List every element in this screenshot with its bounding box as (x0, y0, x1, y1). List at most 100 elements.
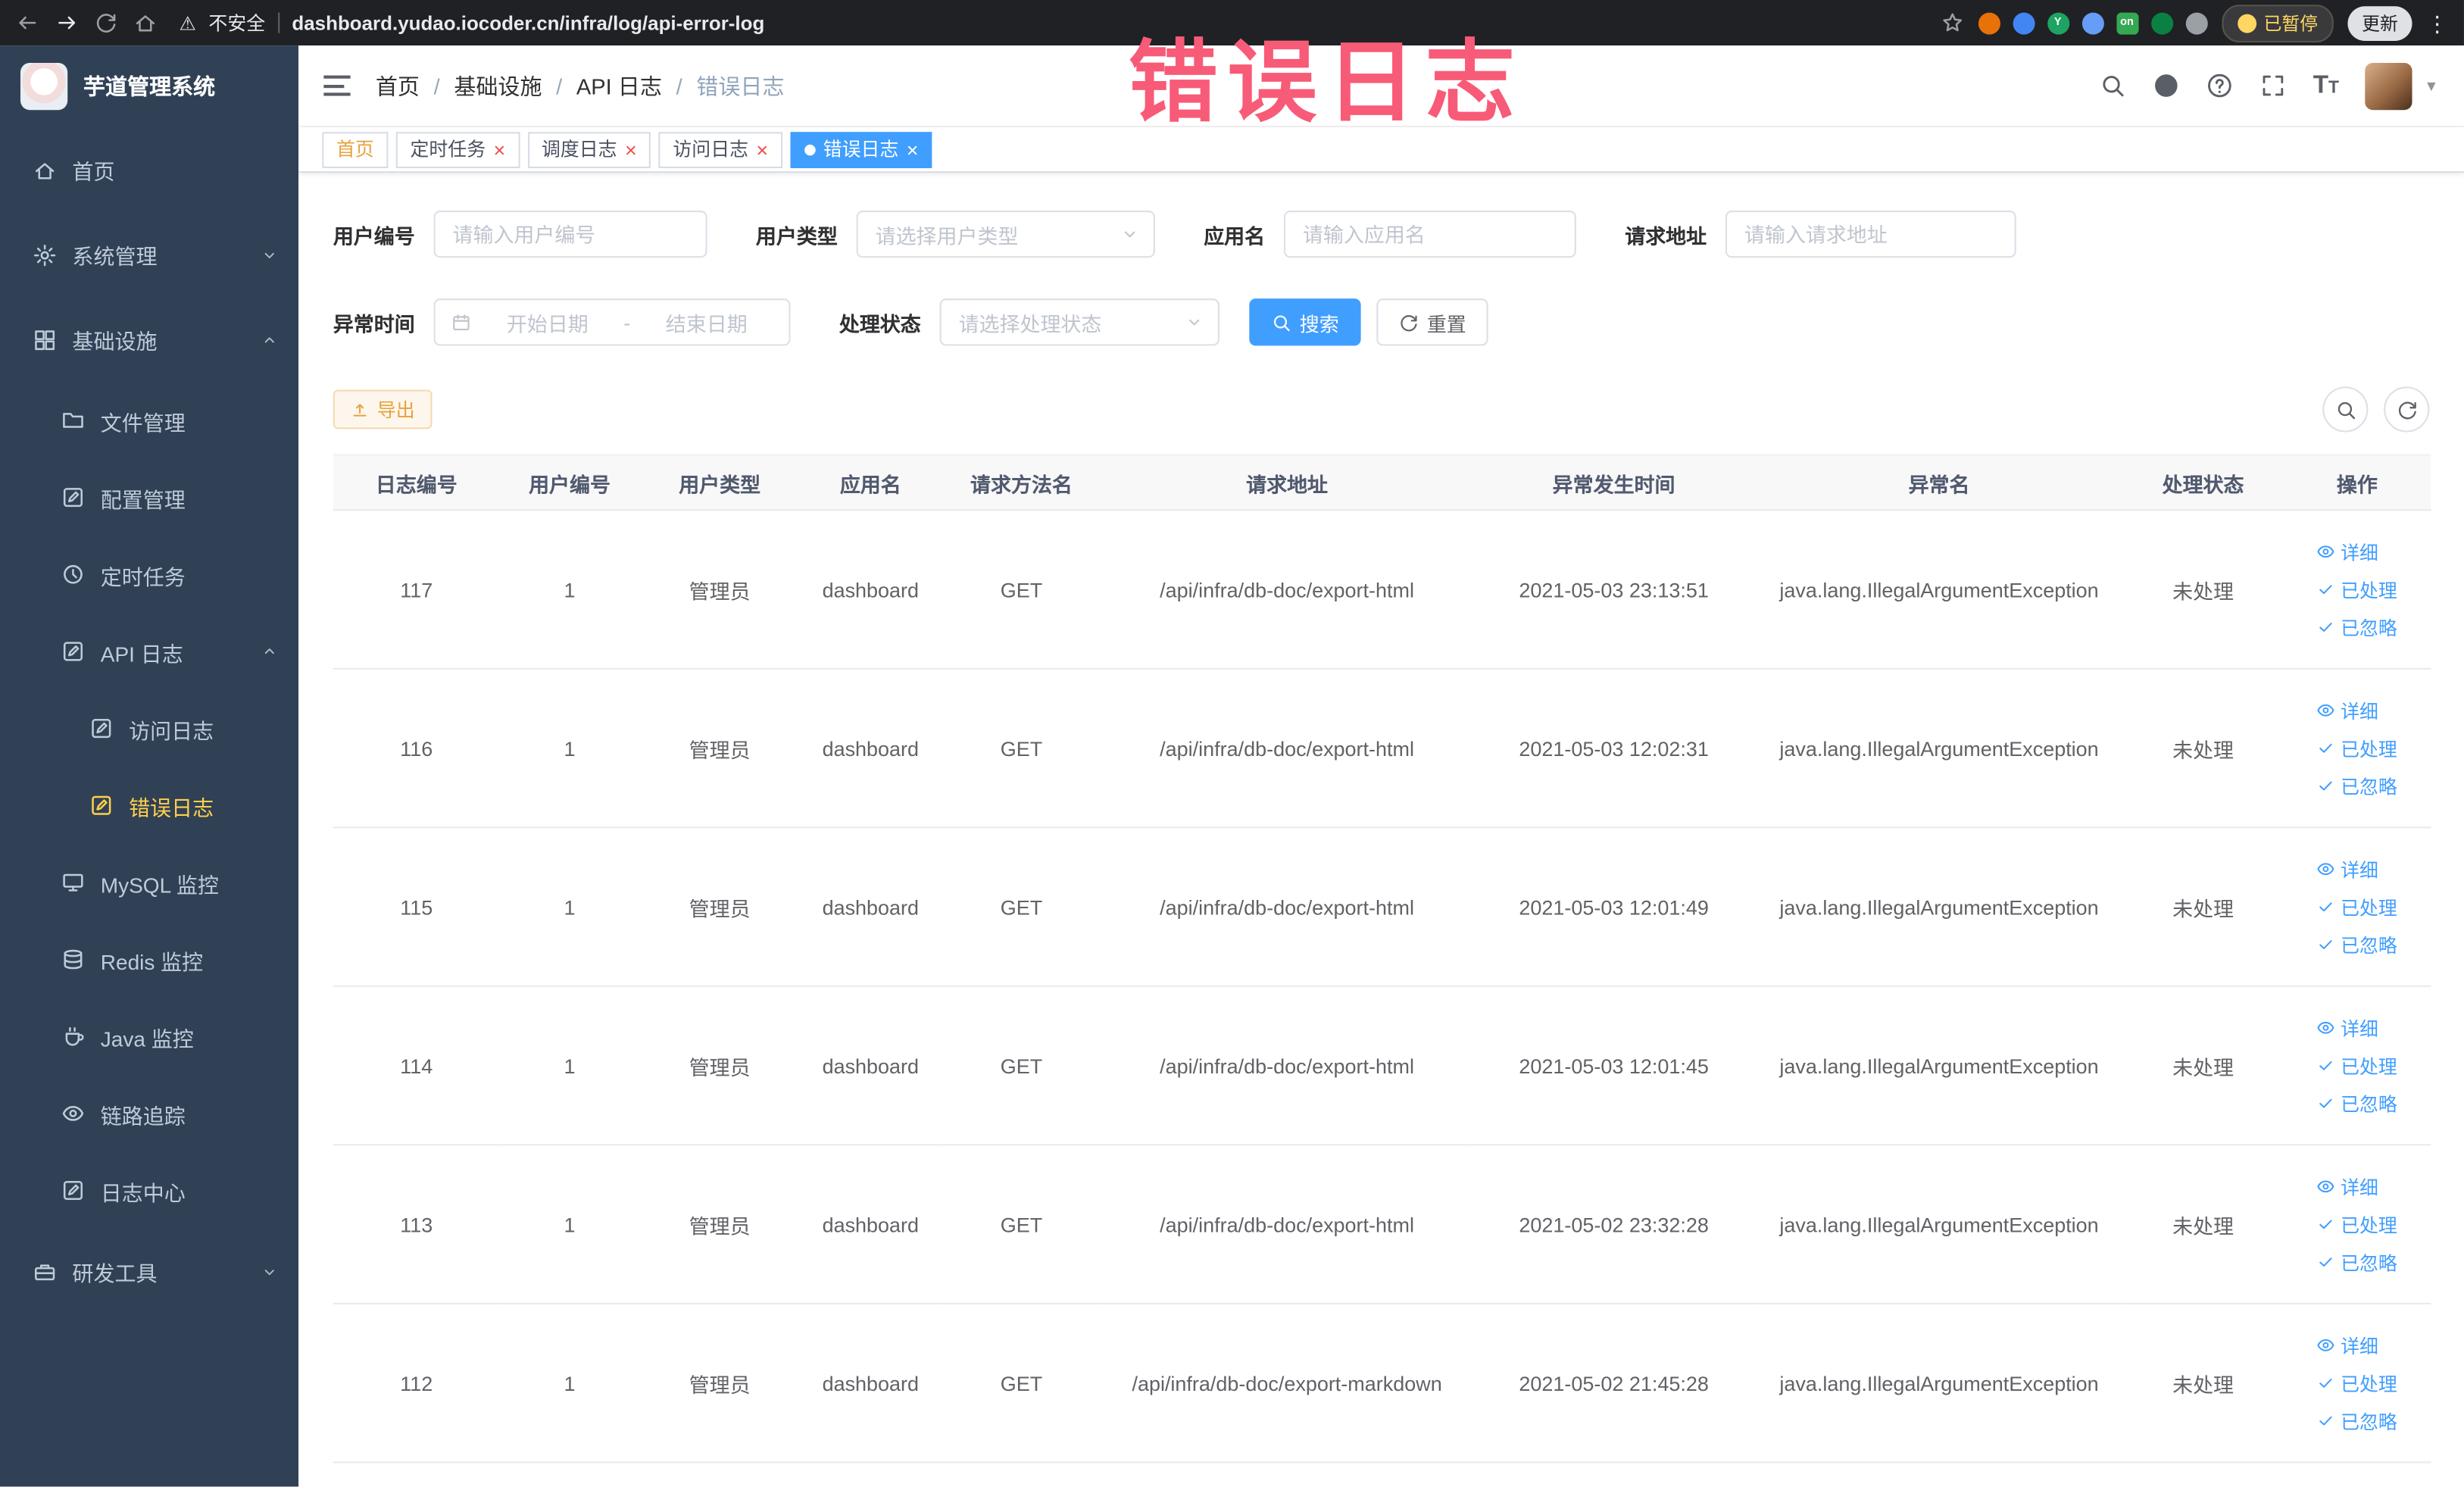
user-id-input[interactable] (433, 210, 707, 258)
user-avatar[interactable] (2366, 61, 2413, 110)
smiley-face-icon (2237, 13, 2256, 33)
tab-error-log[interactable]: 错误日志 × (790, 131, 933, 167)
sidebar-item-home[interactable]: 首页 (0, 127, 298, 212)
tab-access-log[interactable]: 访问日志 × (658, 131, 782, 167)
profile-paused-chip[interactable]: 已暂停 (2221, 4, 2334, 42)
sidebar-item-error-log[interactable]: 错误日志 (0, 767, 298, 844)
extension-icon[interactable] (2184, 11, 2207, 34)
github-icon[interactable] (2153, 72, 2179, 98)
mark-processed-link[interactable]: 已处理 (2317, 1052, 2397, 1079)
close-tab-icon[interactable]: × (907, 139, 919, 160)
mark-processed-link[interactable]: 已处理 (2317, 1211, 2397, 1237)
cell-app-name: dashboard (799, 1303, 942, 1464)
tab-job-log[interactable]: 调度日志 × (527, 131, 651, 167)
sidebar-item-trace[interactable]: 链路追踪 (0, 1075, 298, 1152)
mark-ignored-link[interactable]: 已忽略 (2317, 773, 2397, 799)
header-search-icon[interactable] (2100, 72, 2126, 98)
avatar-caret-icon[interactable]: ▾ (2427, 76, 2435, 96)
sidebar-menu: 首页 系统管理 基础设施 文件管理 配置管理 定时任务 API 日志 访问日志 错误日志 MySQ… (0, 127, 298, 1487)
fullscreen-icon[interactable] (2259, 72, 2286, 98)
sidebar-item-java[interactable]: Java 监控 (0, 998, 298, 1075)
breadcrumb-item[interactable]: 首页 (376, 70, 420, 101)
mark-processed-link[interactable]: 已处理 (2317, 735, 2397, 761)
browser-back-icon[interactable] (16, 11, 39, 35)
mark-ignored-link[interactable]: 已忽略 (2317, 614, 2397, 640)
detail-link[interactable]: 详细 (2317, 1014, 2378, 1041)
mark-processed-link[interactable]: 已处理 (2317, 1370, 2397, 1396)
extension-icon[interactable] (2150, 11, 2173, 34)
check-icon (2317, 1056, 2336, 1075)
sidebar-item-mysql[interactable]: MySQL 监控 (0, 844, 298, 921)
update-button[interactable]: 更新 (2347, 5, 2412, 40)
sidebar-item-dev-tools[interactable]: 研发工具 (0, 1229, 298, 1314)
extension-icon[interactable] (2012, 11, 2035, 34)
tab-job[interactable]: 定时任务 × (395, 131, 520, 167)
sidebar-item-file[interactable]: 文件管理 (0, 382, 298, 459)
mark-processed-link[interactable]: 已处理 (2317, 576, 2397, 602)
process-status-select[interactable]: 请选择处理状态 (939, 298, 1220, 346)
sidebar-item-job[interactable]: 定时任务 (0, 536, 298, 613)
request-url-input[interactable] (1725, 210, 2016, 258)
extension-icon[interactable]: Y (2047, 11, 2069, 34)
cell-app-name: dashboard (799, 668, 942, 829)
hamburger-icon[interactable] (323, 75, 351, 96)
sidebar-item-system[interactable]: 系统管理 (0, 212, 298, 297)
check-icon (2317, 1373, 2336, 1392)
cell-status: 未处理 (2122, 668, 2284, 829)
refresh-table-button[interactable] (2384, 386, 2430, 433)
close-tab-icon[interactable]: × (625, 139, 637, 160)
filter-label: 处理状态 (839, 311, 921, 336)
help-icon[interactable] (2206, 72, 2233, 98)
filter-row-1: 用户编号 用户类型请选择用户类型 应用名 请求地址 (333, 210, 2430, 258)
sidebar-item-api-log[interactable]: API 日志 (0, 613, 298, 690)
font-size-icon[interactable]: TT (2313, 72, 2339, 98)
mark-ignored-link[interactable]: 已忽略 (2317, 1090, 2397, 1117)
sidebar-item-access-log[interactable]: 访问日志 (0, 690, 298, 767)
sidebar-item-log-center[interactable]: 日志中心 (0, 1152, 298, 1229)
cell-status: 未处理 (2122, 510, 2284, 670)
sidebar-item-config[interactable]: 配置管理 (0, 459, 298, 536)
tab-home[interactable]: 首页 (322, 131, 389, 167)
browser-reload-icon[interactable] (94, 11, 117, 35)
database-icon (61, 948, 85, 971)
mark-ignored-link[interactable]: 已忽略 (2317, 1407, 2397, 1434)
browser-forward-icon[interactable] (55, 11, 79, 35)
sidebar-item-label: Redis 监控 (100, 950, 204, 974)
breadcrumb-item[interactable]: API 日志 (576, 70, 662, 101)
detail-link[interactable]: 详细 (2317, 697, 2378, 723)
app-logo[interactable]: 芋道管理系统 (0, 45, 298, 127)
close-tab-icon[interactable]: × (493, 139, 505, 160)
cell-method: GET (941, 1303, 1102, 1464)
detail-link[interactable]: 详细 (2317, 1332, 2378, 1358)
app-name-input[interactable] (1284, 210, 1576, 258)
extension-icon[interactable] (2081, 11, 2103, 34)
extension-icon[interactable]: on (2116, 11, 2138, 34)
breadcrumb-item[interactable]: 基础设施 (454, 70, 542, 101)
browser-menu-icon[interactable]: ⋮ (2426, 12, 2448, 34)
eye-icon (2317, 701, 2336, 720)
toggle-search-button[interactable] (2322, 386, 2369, 433)
close-tab-icon[interactable]: × (756, 139, 768, 160)
browser-home-icon[interactable] (133, 11, 157, 35)
export-button[interactable]: 导出 (333, 389, 433, 430)
detail-link[interactable]: 详细 (2317, 1173, 2378, 1200)
mark-processed-link[interactable]: 已处理 (2317, 893, 2397, 920)
column-header: 用户编号 (499, 454, 640, 511)
user-type-select[interactable]: 请选择用户类型 (856, 210, 1155, 258)
extension-icon[interactable] (1977, 11, 2000, 34)
cell-log-id: 112 (333, 1303, 500, 1464)
mark-ignored-link[interactable]: 已忽略 (2317, 1248, 2397, 1275)
detail-link[interactable]: 详细 (2317, 856, 2378, 883)
sidebar-item-infra[interactable]: 基础设施 (0, 297, 298, 382)
search-button[interactable]: 搜索 (1249, 298, 1361, 346)
filter-field-process-status: 处理状态 请选择处理状态 (839, 298, 1220, 346)
start-date-placeholder: 开始日期 (506, 311, 589, 336)
bookmark-star-icon[interactable] (1940, 11, 1963, 35)
edit-box-icon (61, 1179, 85, 1202)
mark-ignored-link[interactable]: 已忽略 (2317, 931, 2397, 957)
address-bar[interactable]: ⚠ 不安全 dashboard.yudao.iocoder.cn/infra/l… (170, 9, 1918, 36)
detail-link[interactable]: 详细 (2317, 539, 2378, 565)
sidebar-item-redis[interactable]: Redis 监控 (0, 921, 298, 998)
reset-button[interactable]: 重置 (1376, 298, 1488, 346)
error-time-range[interactable]: 开始日期 - 结束日期 (433, 298, 791, 346)
